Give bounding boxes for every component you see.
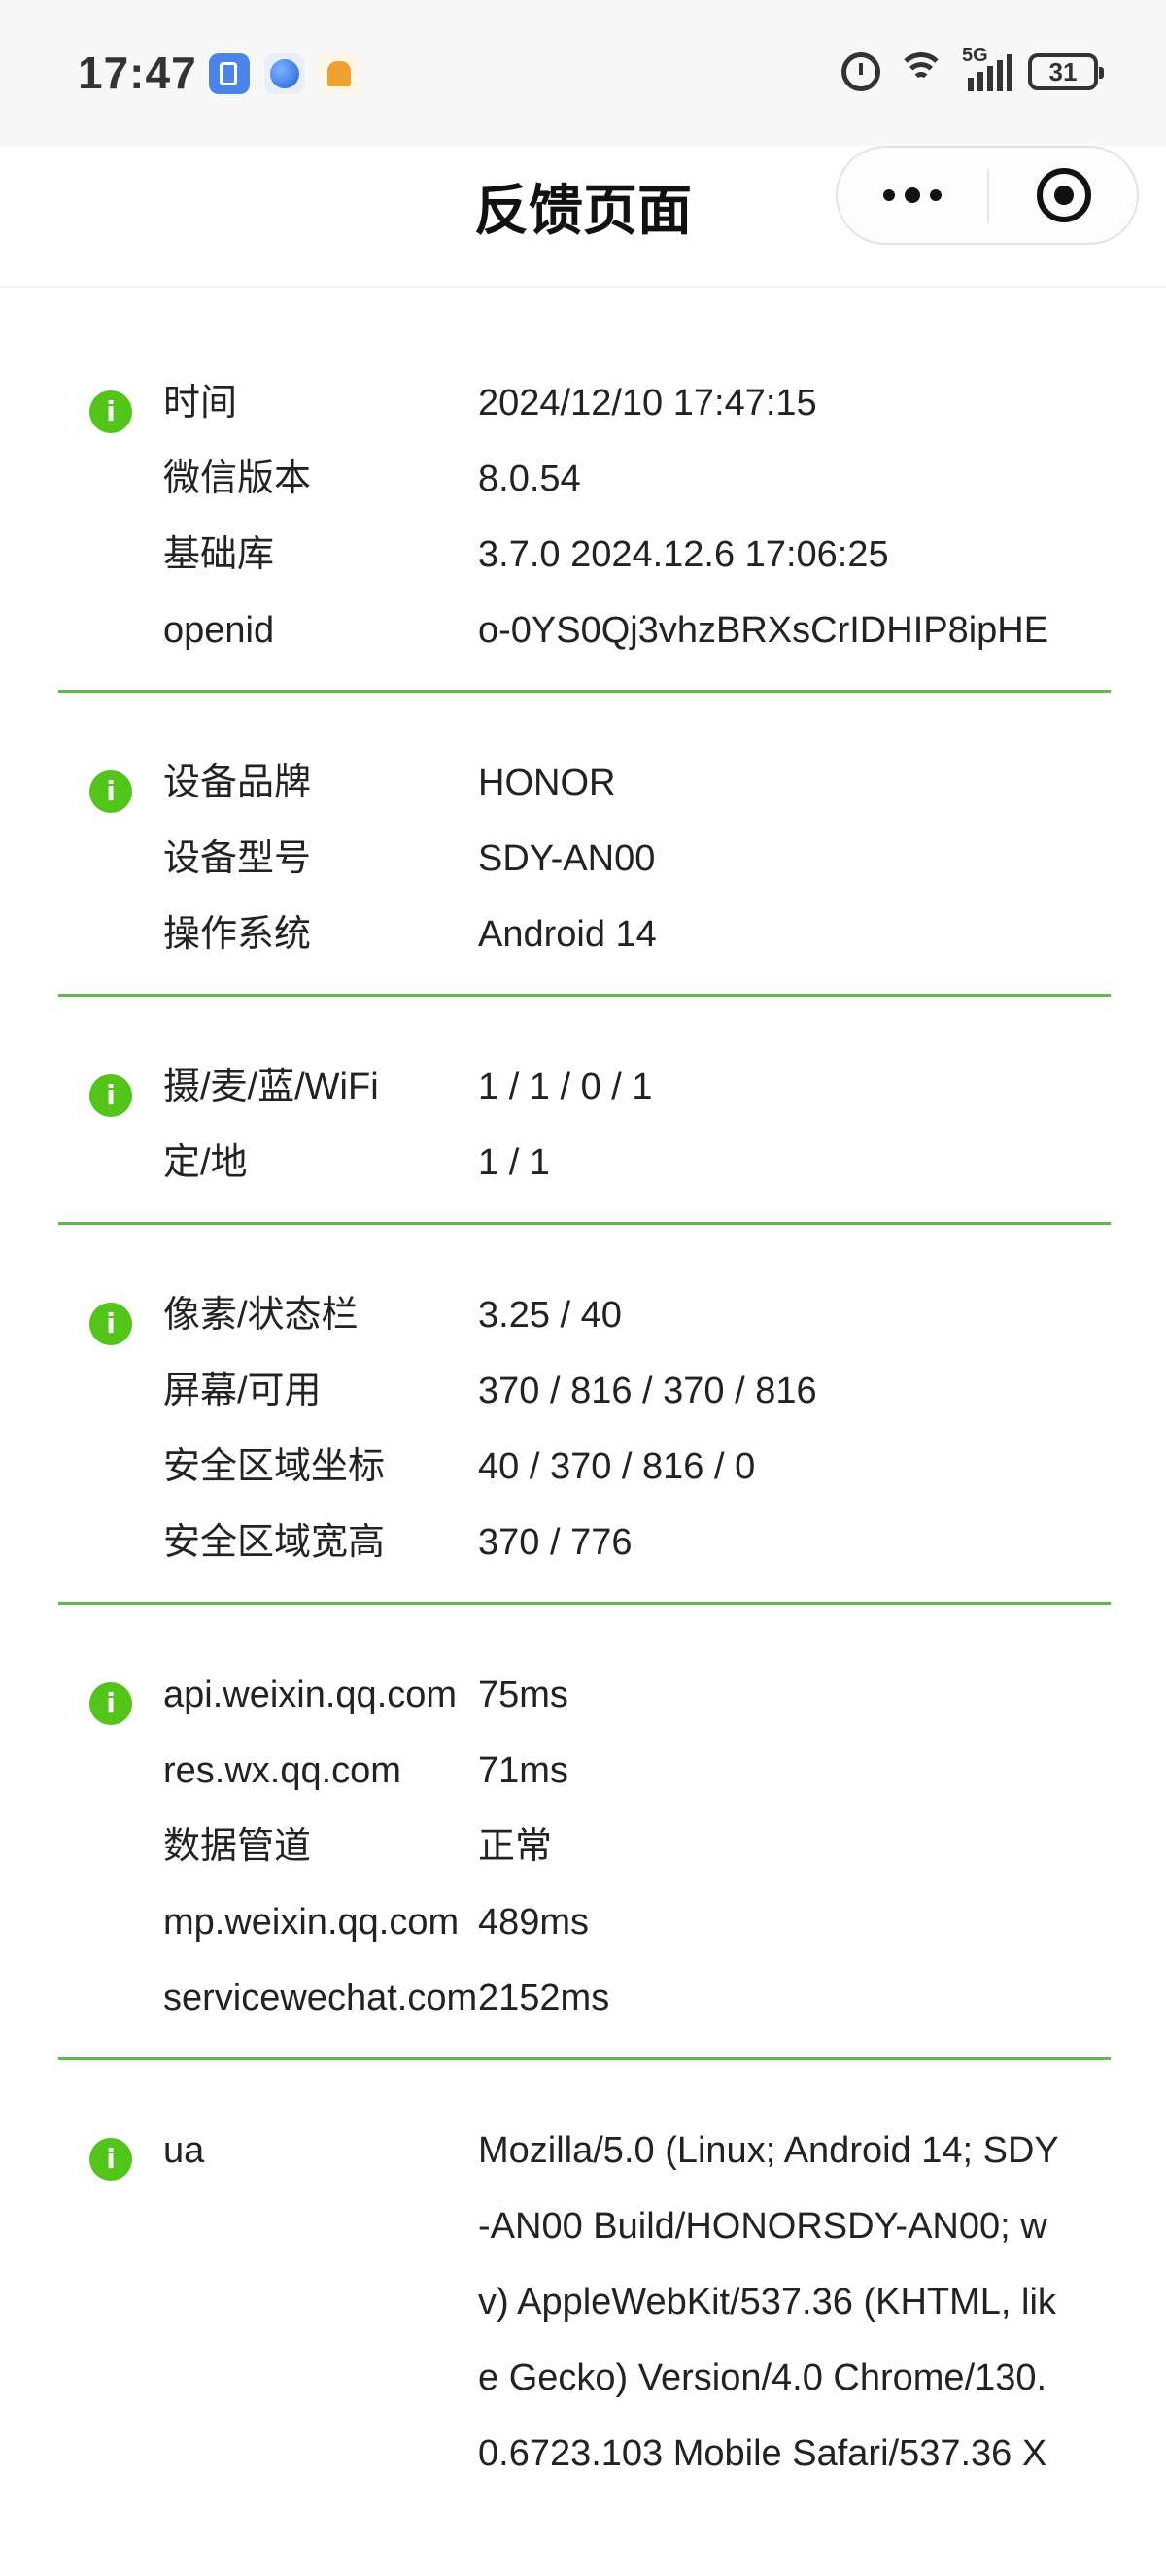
info-label: 定/地 bbox=[163, 1142, 248, 1183]
info-label: 操作系统 bbox=[163, 914, 312, 955]
app-lock-icon bbox=[209, 53, 250, 94]
wifi-icon bbox=[896, 52, 946, 91]
info-row: 像素/状态栏 3.25 / 40 bbox=[58, 1277, 1111, 1353]
info-row: api.weixin.qq.com 75ms bbox=[58, 1657, 1111, 1733]
info-value: 40 / 370 / 816 / 0 bbox=[478, 1446, 756, 1487]
feedback-info-list: i 时间 2024/12/10 17:47:15 微信版本 8.0.54 基础库 3.7.0… bbox=[58, 365, 1111, 2565]
info-value: 71ms bbox=[478, 1750, 568, 1791]
info-value: 8.0.54 bbox=[478, 458, 581, 499]
info-section: i api.weixin.qq.com 75ms res.wx.qq.com 71ms 数… bbox=[58, 1657, 1111, 2060]
info-row: 定/地 1 / 1 bbox=[58, 1125, 1111, 1201]
info-section: i ua Mozilla/5.0 (Linux; Android 14; SDY-A… bbox=[58, 2113, 1111, 2513]
info-icon: i bbox=[89, 1303, 132, 1345]
info-value: SDY-AN00 bbox=[478, 838, 656, 879]
mascot-icon bbox=[319, 53, 360, 94]
info-icon: i bbox=[89, 1682, 132, 1725]
close-miniprogram-button[interactable] bbox=[989, 148, 1139, 243]
info-label: 安全区域宽高 bbox=[163, 1522, 386, 1563]
info-icon: i bbox=[89, 390, 132, 433]
info-row: ua Mozilla/5.0 (Linux; Android 14; SDY-AN… bbox=[58, 2113, 1111, 2491]
info-row: res.wx.qq.com 71ms bbox=[58, 1733, 1111, 1809]
info-row: 微信版本 8.0.54 bbox=[58, 441, 1111, 517]
info-value: Mozilla/5.0 (Linux; Android 14; SDY-AN00… bbox=[478, 2130, 1059, 2474]
navbar-divider bbox=[0, 286, 1166, 288]
info-value: 489ms bbox=[478, 1902, 590, 1943]
info-section: i 设备品牌 HONOR 设备型号 SDY-AN00 操作系统 Android 14 bbox=[58, 745, 1111, 997]
info-value: 2024/12/10 17:47:15 bbox=[478, 383, 817, 424]
info-value: 1 / 1 bbox=[478, 1142, 550, 1183]
more-button[interactable] bbox=[838, 148, 987, 243]
info-label: mp.weixin.qq.com bbox=[163, 1902, 460, 1943]
info-row: servicewechat.com 2152ms bbox=[58, 1960, 1111, 2036]
more-dots-icon bbox=[883, 189, 895, 201]
info-value: 3.7.0 2024.12.6 17:06:25 bbox=[478, 534, 889, 575]
info-row: 数据管道 正常 bbox=[58, 1809, 1111, 1884]
info-value: Android 14 bbox=[478, 914, 657, 955]
info-section: i 摄/麦/蓝/WiFi 1 / 1 / 0 / 1 定/地 1 / 1 bbox=[58, 1049, 1111, 1225]
status-bar: 17:47 5G 31 bbox=[0, 0, 1166, 146]
info-row: 操作系统 Android 14 bbox=[58, 897, 1111, 972]
info-row: 基础库 3.7.0 2024.12.6 17:06:25 bbox=[58, 517, 1111, 593]
target-icon bbox=[1037, 168, 1091, 222]
info-label: 设备型号 bbox=[163, 838, 312, 879]
info-value: 3.25 / 40 bbox=[478, 1295, 622, 1336]
info-value: 2152ms bbox=[478, 1978, 610, 2018]
info-row: 摄/麦/蓝/WiFi 1 / 1 / 0 / 1 bbox=[58, 1049, 1111, 1125]
info-row: mp.weixin.qq.com 489ms bbox=[58, 1884, 1111, 1960]
info-label: 数据管道 bbox=[163, 1826, 312, 1867]
info-label: res.wx.qq.com bbox=[163, 1750, 401, 1791]
info-row: 设备型号 SDY-AN00 bbox=[58, 821, 1111, 897]
info-label: 基础库 bbox=[163, 534, 275, 575]
info-row: 安全区域坐标 40 / 370 / 816 / 0 bbox=[58, 1429, 1111, 1505]
signal-icon: 5G bbox=[962, 45, 1012, 91]
info-label: 微信版本 bbox=[163, 458, 312, 499]
info-label: openid bbox=[163, 610, 275, 651]
info-label: servicewechat.com bbox=[163, 1978, 478, 2018]
system-icons: 5G 31 bbox=[841, 45, 1104, 97]
info-value: HONOR bbox=[478, 763, 616, 803]
info-row: 设备品牌 HONOR bbox=[58, 745, 1111, 821]
signal-type-label: 5G bbox=[962, 45, 988, 66]
info-row: 安全区域宽高 370 / 776 bbox=[58, 1505, 1111, 1580]
alarm-icon bbox=[841, 52, 880, 91]
info-value: 正常 bbox=[478, 1826, 553, 1867]
info-label: 安全区域坐标 bbox=[163, 1446, 386, 1487]
info-label: 屏幕/可用 bbox=[163, 1371, 322, 1411]
miniprogram-capsule bbox=[836, 146, 1139, 245]
info-value: 370 / 776 bbox=[478, 1522, 633, 1563]
status-time: 17:47 bbox=[78, 48, 197, 98]
info-section: i 像素/状态栏 3.25 / 40 屏幕/可用 370 / 816 / 370 / 8… bbox=[58, 1277, 1111, 1605]
info-icon: i bbox=[89, 1074, 132, 1117]
info-value: 370 / 816 / 370 / 816 bbox=[478, 1371, 817, 1411]
info-icon: i bbox=[89, 770, 132, 813]
info-value: o-0YS0Qj3vhzBRXsCrIDHIP8ipHE bbox=[478, 610, 1049, 651]
battery-icon: 31 bbox=[1028, 53, 1104, 90]
browser-icon bbox=[264, 53, 305, 94]
battery-level: 31 bbox=[1048, 56, 1078, 86]
info-section: i 时间 2024/12/10 17:47:15 微信版本 8.0.54 基础库 3.7.0… bbox=[58, 365, 1111, 693]
info-row: openid o-0YS0Qj3vhzBRXsCrIDHIP8ipHE bbox=[58, 593, 1111, 668]
info-row: 屏幕/可用 370 / 816 / 370 / 816 bbox=[58, 1353, 1111, 1429]
info-value: 75ms bbox=[478, 1675, 568, 1715]
info-icon: i bbox=[89, 2138, 132, 2181]
info-value: 1 / 1 / 0 / 1 bbox=[478, 1067, 653, 1107]
info-row: 时间 2024/12/10 17:47:15 bbox=[58, 365, 1111, 441]
